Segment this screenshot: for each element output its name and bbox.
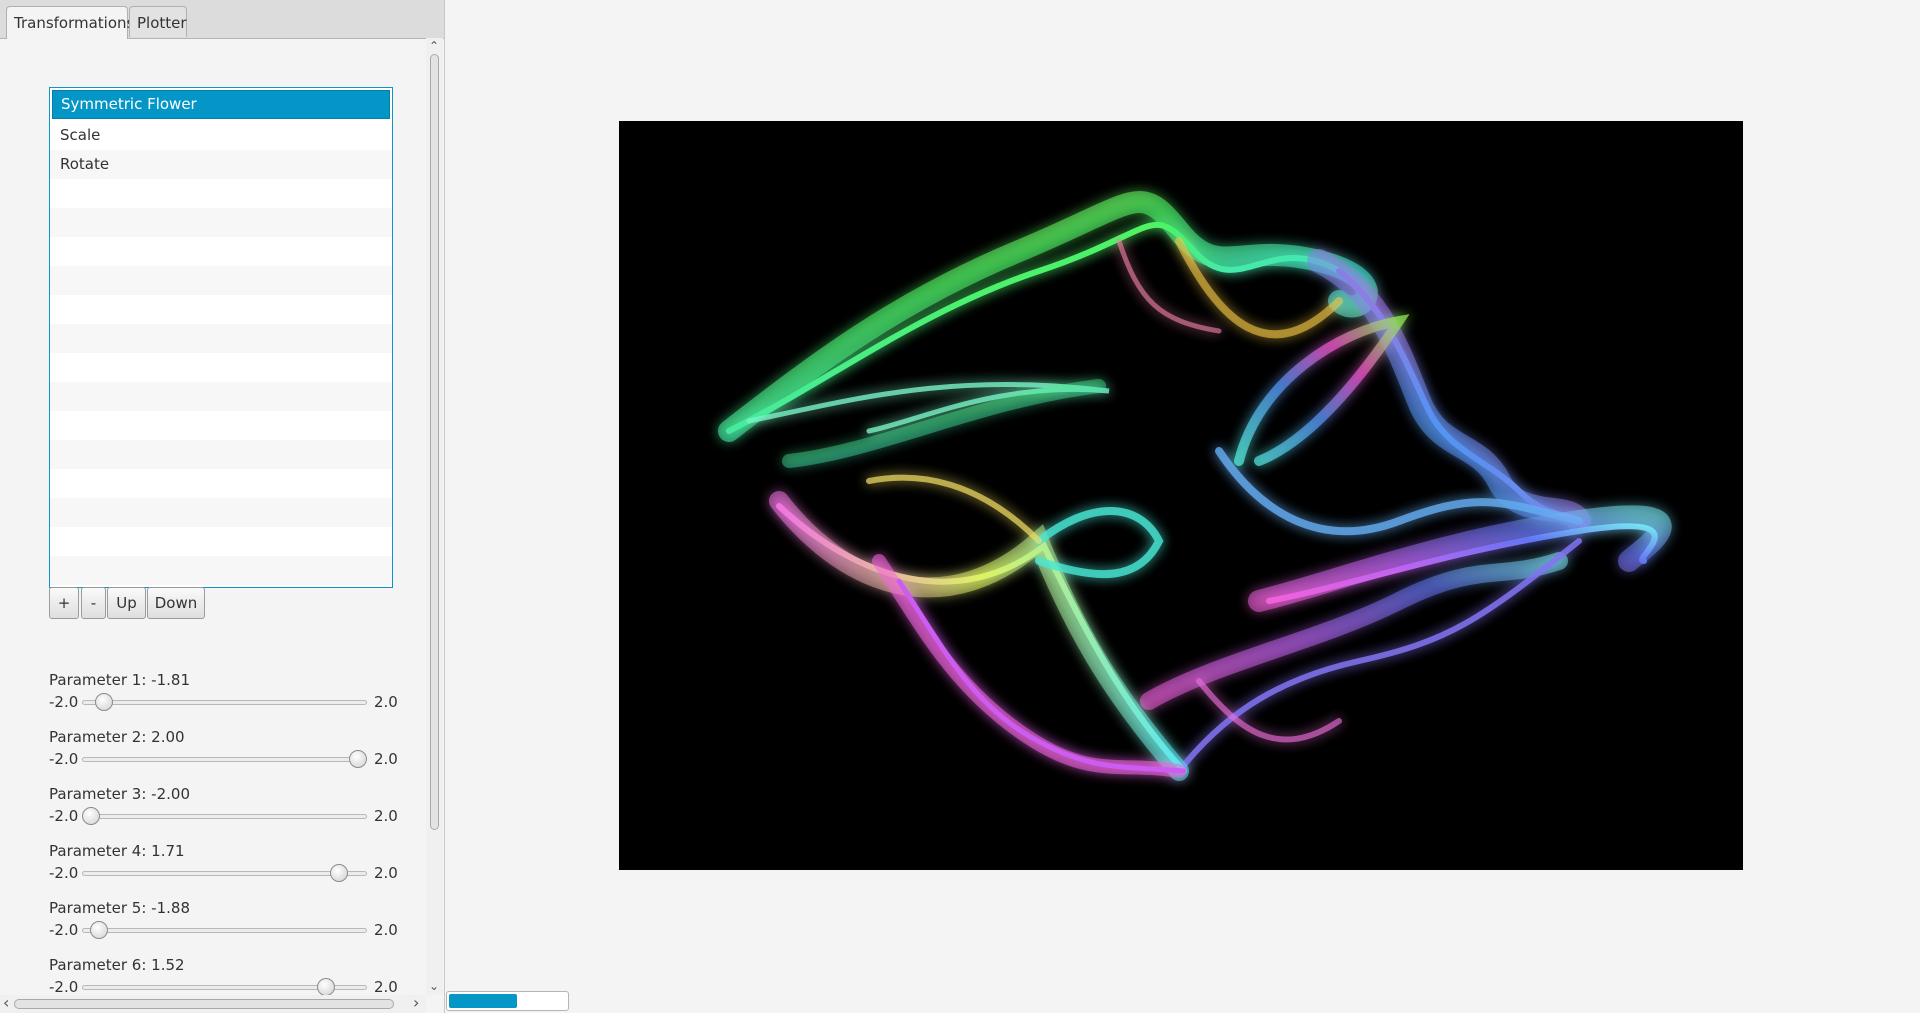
- list-item-scale[interactable]: Scale: [50, 121, 392, 150]
- slider-max-label: 2.0: [374, 693, 398, 711]
- list-item-symmetric-flower[interactable]: Symmetric Flower: [52, 90, 390, 119]
- slider-max-label: 2.0: [374, 978, 398, 996]
- list-item-empty: [50, 440, 392, 469]
- parameter-label: Parameter 2: 2.00: [49, 728, 185, 746]
- list-item-empty: [50, 179, 392, 208]
- scroll-right-icon[interactable]: ›: [413, 995, 419, 1011]
- list-item-empty: [50, 237, 392, 266]
- parameter-3: Parameter 3: -2.00 -2.0 2.0: [49, 785, 398, 835]
- list-item-empty: [50, 469, 392, 498]
- slider-thumb[interactable]: [316, 978, 335, 996]
- slider-track[interactable]: [82, 814, 367, 819]
- list-item-empty: [50, 527, 392, 556]
- list-item-empty: [50, 208, 392, 237]
- move-up-button[interactable]: Up: [107, 587, 146, 619]
- parameter-label: Parameter 5: -1.88: [49, 899, 190, 917]
- scroll-up-icon[interactable]: ⌃: [429, 40, 439, 52]
- slider-min-label: -2.0: [49, 807, 79, 825]
- slider-max-label: 2.0: [374, 864, 398, 882]
- add-transformation-button[interactable]: +: [49, 587, 79, 619]
- tab-plotter[interactable]: Plotter: [129, 6, 187, 37]
- remove-transformation-button[interactable]: -: [81, 587, 106, 619]
- slider-min-label: -2.0: [49, 693, 79, 711]
- slider-thumb[interactable]: [90, 921, 108, 939]
- slider-min-label: -2.0: [49, 978, 79, 996]
- fractal-flame-image: [718, 191, 1672, 781]
- transformations-panel: Transformations Plotter Symmetric Flower…: [0, 0, 445, 1013]
- slider-min-label: -2.0: [49, 921, 79, 939]
- slider-thumb[interactable]: [349, 750, 367, 768]
- list-item-empty: [50, 353, 392, 382]
- tab-bar: Transformations Plotter: [0, 0, 444, 39]
- slider-thumb[interactable]: [329, 864, 348, 882]
- scroll-down-icon[interactable]: ⌄: [429, 980, 439, 992]
- vertical-scroll-thumb[interactable]: [430, 54, 439, 830]
- parameter-5: Parameter 5: -1.88 -2.0 2.0: [49, 899, 398, 949]
- tab-transformations[interactable]: Transformations: [6, 6, 134, 39]
- slider-min-label: -2.0: [49, 750, 79, 768]
- slider-track[interactable]: [82, 871, 367, 876]
- horizontal-scroll-thumb[interactable]: [14, 999, 394, 1009]
- render-progress-fill: [449, 994, 517, 1008]
- slider-thumb[interactable]: [82, 807, 100, 825]
- slider-track[interactable]: [82, 757, 367, 762]
- slider-min-label: -2.0: [49, 864, 79, 882]
- slider-max-label: 2.0: [374, 807, 398, 825]
- list-item-empty: [50, 324, 392, 353]
- list-item-empty: [50, 411, 392, 440]
- slider-max-label: 2.0: [374, 750, 398, 768]
- slider-max-label: 2.0: [374, 921, 398, 939]
- slider-thumb[interactable]: [94, 693, 113, 711]
- render-progress-bar: [446, 991, 569, 1011]
- move-down-button[interactable]: Down: [147, 587, 205, 619]
- list-item-rotate[interactable]: Rotate: [50, 150, 392, 179]
- parameter-label: Parameter 4: 1.71: [49, 842, 185, 860]
- list-item-empty: [50, 498, 392, 527]
- fractal-render-canvas[interactable]: [619, 121, 1743, 870]
- vertical-scrollbar[interactable]: ⌃ ⌄: [426, 38, 443, 995]
- list-item-empty: [50, 382, 392, 411]
- slider-track[interactable]: [82, 700, 367, 705]
- parameter-1: Parameter 1: -1.81 -2.0 2.0: [49, 671, 398, 721]
- transformation-list[interactable]: Symmetric Flower Scale Rotate: [49, 87, 393, 588]
- scroll-left-icon[interactable]: ‹: [3, 995, 9, 1011]
- parameter-4: Parameter 4: 1.71 -2.0 2.0: [49, 842, 398, 892]
- horizontal-scrollbar[interactable]: ‹ ›: [0, 995, 426, 1013]
- list-item-empty: [50, 266, 392, 295]
- parameter-label: Parameter 3: -2.00: [49, 785, 190, 803]
- slider-track[interactable]: [82, 928, 367, 933]
- list-item-empty: [50, 295, 392, 324]
- parameter-2: Parameter 2: 2.00 -2.0 2.0: [49, 728, 398, 778]
- parameter-label: Parameter 6: 1.52: [49, 956, 185, 974]
- parameter-label: Parameter 1: -1.81: [49, 671, 190, 689]
- list-item-empty: [50, 556, 392, 585]
